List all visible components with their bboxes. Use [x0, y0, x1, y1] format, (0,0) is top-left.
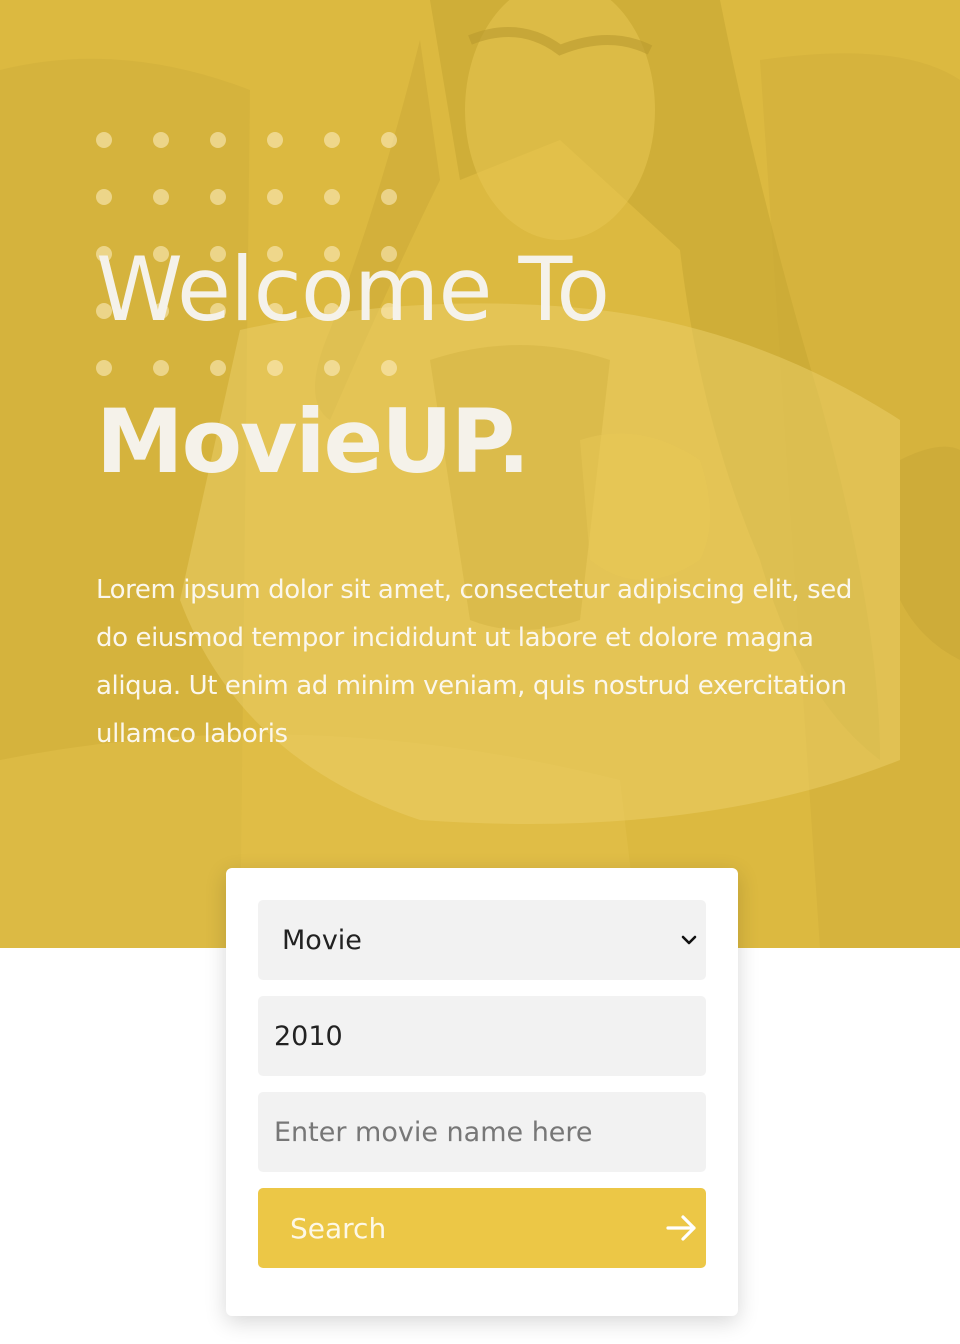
chevron-down-icon [681, 935, 697, 945]
search-card: Movie 2010 Enter movie name here Search [226, 868, 738, 1316]
year-input-value: 2010 [274, 1020, 343, 1052]
decorative-dot [210, 360, 226, 376]
type-select-value: Movie [282, 924, 362, 956]
decorative-dot [324, 360, 340, 376]
search-button[interactable]: Search [258, 1188, 706, 1268]
decorative-dot [324, 189, 340, 205]
decorative-dot [267, 132, 283, 148]
decorative-dot [210, 132, 226, 148]
decorative-dot [153, 360, 169, 376]
year-input[interactable]: 2010 [258, 996, 706, 1076]
search-button-label: Search [290, 1211, 387, 1245]
hero-section: Welcome To MovieUP. Lorem ipsum dolor si… [0, 0, 960, 948]
movie-name-input[interactable]: Enter movie name here [258, 1092, 706, 1172]
decorative-dot [210, 189, 226, 205]
hero-title-welcome: Welcome To [96, 238, 610, 341]
decorative-dot [381, 360, 397, 376]
hero-intro-text: Lorem ipsum dolor sit amet, consectetur … [96, 575, 852, 749]
decorative-dot [267, 360, 283, 376]
type-select[interactable]: Movie [258, 900, 706, 980]
decorative-dot [96, 360, 112, 376]
arrow-right-icon [666, 1215, 696, 1241]
decorative-dot [267, 189, 283, 205]
decorative-dot [153, 132, 169, 148]
decorative-dot [381, 132, 397, 148]
movie-name-placeholder: Enter movie name here [274, 1116, 593, 1148]
decorative-dot [381, 189, 397, 205]
decorative-dot [96, 132, 112, 148]
decorative-dot [96, 189, 112, 205]
decorative-dot [153, 189, 169, 205]
hero-title-brand: MovieUP. [96, 390, 530, 493]
decorative-dot [324, 132, 340, 148]
